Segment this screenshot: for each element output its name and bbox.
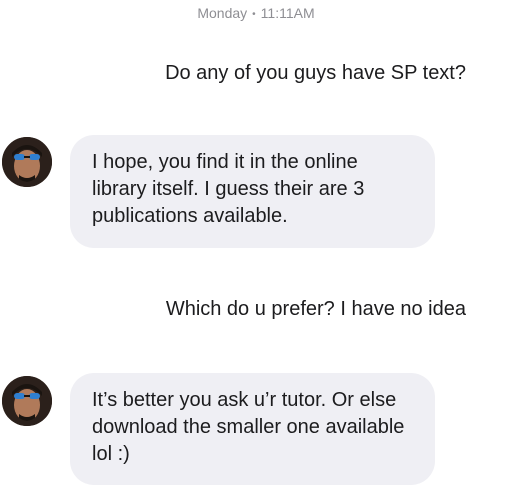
avatar-photo-icon xyxy=(2,137,52,187)
outgoing-message[interactable]: Do any of you guys have SP text? xyxy=(165,60,466,86)
incoming-message[interactable]: It’s better you ask u’r tutor. Or else d… xyxy=(70,373,435,485)
avatar[interactable] xyxy=(2,376,52,426)
avatar[interactable] xyxy=(2,137,52,187)
thread-timestamp: Monday • 11:11AM xyxy=(0,4,512,24)
timestamp-time: 11:11AM xyxy=(260,5,315,21)
separator-dot-icon: • xyxy=(252,9,256,20)
avatar-photo-icon xyxy=(2,376,52,426)
outgoing-message[interactable]: Which do u prefer? I have no idea xyxy=(166,296,466,322)
incoming-message[interactable]: I hope, you find it in the online librar… xyxy=(70,135,435,248)
timestamp-day: Monday xyxy=(197,5,248,21)
chat-thread: Monday • 11:11AM Do any of you guys have S… xyxy=(0,0,512,486)
